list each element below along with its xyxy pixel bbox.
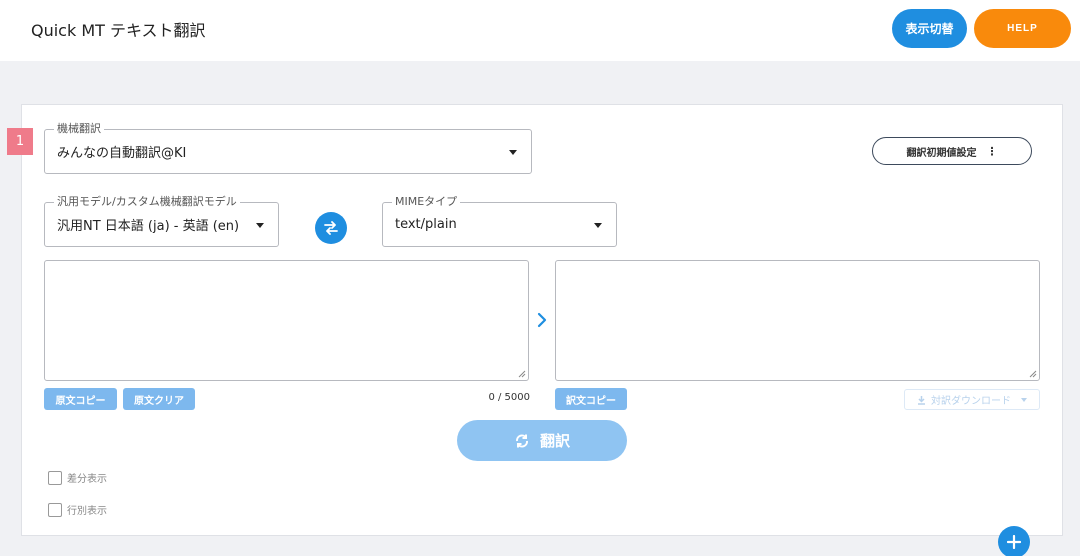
diff-display-checkbox[interactable] — [48, 470, 62, 485]
download-icon — [918, 395, 925, 405]
chevron-down-icon — [509, 149, 517, 155]
plus-icon — [1007, 535, 1021, 549]
download-bilingual-button[interactable]: 対訳ダウンロード — [904, 389, 1040, 410]
chevron-down-icon — [256, 222, 264, 228]
model-select[interactable]: 汎用モデル/カスタム機械翻訳モデル 汎用NT 日本語 (ja) - 英語 (en… — [44, 195, 279, 247]
target-textarea[interactable] — [555, 260, 1040, 381]
clear-source-button[interactable]: 原文クリア — [123, 388, 195, 410]
diff-display-label: 差分表示 — [67, 474, 107, 485]
sync-icon — [515, 433, 528, 448]
mime-select[interactable]: MIMEタイプ text/plain — [382, 195, 617, 247]
chevron-down-icon — [1021, 397, 1027, 402]
line-display-checkbox[interactable] — [48, 502, 62, 517]
resize-grip-icon[interactable] — [1029, 370, 1037, 378]
swap-languages-button[interactable] — [315, 212, 347, 244]
translation-defaults-button[interactable]: 翻訳初期値設定 ⋮ — [872, 137, 1032, 165]
line-display-label: 行別表示 — [67, 506, 107, 517]
translation-defaults-label: 翻訳初期値設定 — [906, 147, 977, 159]
display-toggle-button[interactable]: 表示切替 — [892, 9, 967, 48]
mime-value: text/plain — [395, 217, 457, 232]
help-button[interactable]: HELP — [974, 9, 1071, 48]
translate-button[interactable]: 翻訳 — [457, 420, 627, 461]
chevron-down-icon — [594, 222, 602, 228]
step-badge: 1 — [7, 128, 33, 155]
copy-source-button[interactable]: 原文コピー — [44, 388, 117, 410]
source-textarea[interactable] — [44, 260, 529, 381]
model-value: 汎用NT 日本語 (ja) - 英語 (en) — [57, 219, 240, 234]
diff-display-option[interactable]: 差分表示 — [48, 470, 107, 485]
download-label: 対訳ダウンロード — [931, 396, 1011, 407]
char-count: 0 / 5000 — [488, 392, 530, 403]
resize-grip-icon[interactable] — [518, 370, 526, 378]
chevron-right-icon — [537, 312, 547, 328]
copy-target-button[interactable]: 訳文コピー — [555, 388, 627, 410]
engine-value: みんなの自動翻訳@KI — [57, 146, 187, 161]
add-button[interactable] — [998, 526, 1030, 556]
translate-label: 翻訳 — [539, 432, 570, 450]
app-title: Quick MT テキスト翻訳 — [31, 21, 206, 40]
more-vert-icon: ⋮ — [986, 144, 998, 158]
swap-icon — [324, 221, 338, 235]
app-header: Quick MT テキスト翻訳 表示切替 HELP — [0, 0, 1080, 61]
engine-select[interactable]: 機械翻訳 みんなの自動翻訳@KI — [44, 122, 532, 174]
line-display-option[interactable]: 行別表示 — [48, 502, 107, 517]
